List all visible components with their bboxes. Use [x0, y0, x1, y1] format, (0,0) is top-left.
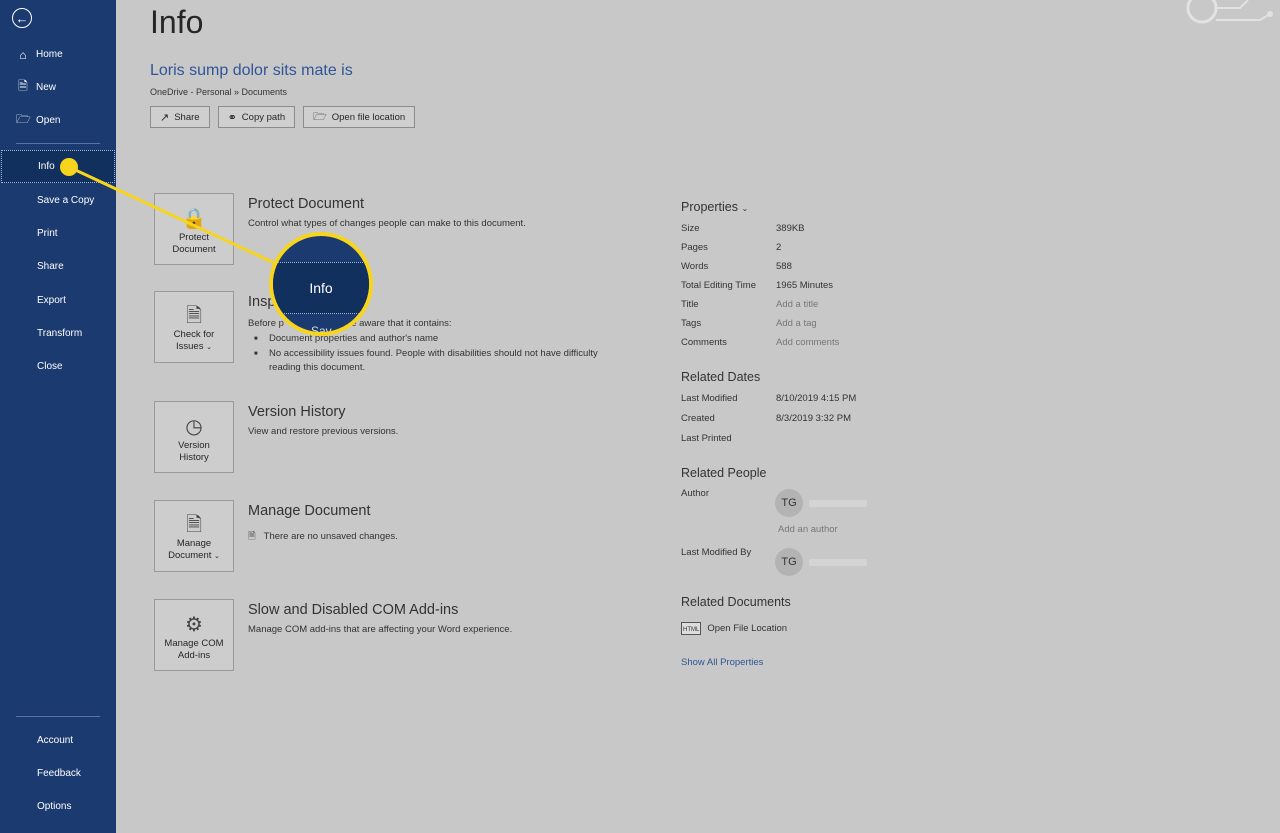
folder-open-icon: 🗁	[16, 112, 31, 126]
magnified-next-label: Sav	[311, 324, 332, 336]
sidebar-divider	[16, 143, 100, 144]
redacted-name	[809, 559, 867, 566]
home-icon: ⌂	[19, 47, 27, 62]
finding-item: No accessibility issues found. People wi…	[248, 347, 628, 376]
chevron-down-icon: ⌄	[214, 553, 220, 560]
check-for-issues-button[interactable]: 🗎 Check for Issues ⌄	[154, 291, 234, 363]
prop-value: 2	[776, 242, 782, 253]
sidebar-divider-bottom	[16, 716, 100, 717]
add-title-field[interactable]: Add a title	[776, 299, 818, 310]
manage-document-icon: 🗎	[185, 514, 203, 536]
open-file-location-link[interactable]: HTML Open File Location	[681, 622, 787, 635]
link-icon: ⚭	[227, 111, 237, 124]
manage-document-heading: Manage Document	[248, 503, 371, 519]
sidebar-item-new[interactable]: 🗎 New	[0, 71, 116, 104]
magnified-info-label: Info	[309, 280, 333, 296]
chevron-down-icon: ⌄	[206, 344, 212, 351]
document-actions: ↗ Share ⚭ Copy path 🗁 Open file location	[150, 106, 416, 128]
related-dates-heading: Related Dates	[681, 370, 761, 384]
com-addins-description: Manage COM add-ins that are affecting yo…	[248, 624, 513, 635]
author-label: Author	[681, 488, 709, 499]
document-icon: 🗎	[248, 531, 256, 542]
inspect-findings: Document properties and author's name No…	[248, 332, 628, 376]
backstage-sidebar: ← ⌂ Home 🗎 New 🗁 Open Info Save a Copy P…	[0, 0, 116, 833]
document-check-icon: 🗎	[185, 305, 203, 327]
share-button[interactable]: ↗ Share	[150, 106, 210, 128]
date-value: 8/3/2019 3:32 PM	[776, 413, 851, 424]
prop-label: Words	[681, 261, 709, 272]
sidebar-item-save-a-copy[interactable]: Save a Copy	[0, 184, 116, 217]
author-avatar[interactable]: TG	[775, 489, 803, 517]
document-title: Loris sump dolor sits mate is	[150, 62, 353, 79]
breadcrumb: OneDrive - Personal » Documents	[150, 87, 288, 97]
sidebar-item-feedback[interactable]: Feedback	[0, 757, 116, 790]
prop-label: Total Editing Time	[681, 280, 756, 291]
manage-document-description: 🗎 There are no unsaved changes.	[248, 531, 398, 542]
sidebar-item-info[interactable]: Info	[1, 150, 115, 183]
addins-gear-icon: ⚙	[185, 614, 203, 636]
folder-icon: 🗁	[313, 110, 327, 123]
version-history-description: View and restore previous versions.	[248, 426, 399, 437]
chevron-down-icon: ⌄	[741, 204, 749, 213]
version-history-heading: Version History	[248, 404, 346, 420]
lock-icon: 🔒	[181, 208, 207, 230]
add-author-link[interactable]: Add an author	[778, 524, 838, 535]
callout-magnifier: Info Sav	[269, 232, 373, 336]
sidebar-item-print[interactable]: Print	[0, 217, 116, 250]
redacted-name	[809, 500, 867, 507]
protect-heading: Protect Document	[248, 196, 365, 212]
finding-item: Document properties and author's name	[248, 332, 628, 347]
copy-path-button[interactable]: ⚭ Copy path	[217, 106, 296, 128]
prop-label: Title	[681, 299, 699, 310]
prop-label: Comments	[681, 337, 727, 348]
prop-label: Size	[681, 223, 700, 234]
date-value: 8/10/2019 4:15 PM	[776, 393, 857, 404]
info-pane: Info Loris sump dolor sits mate is OneDr…	[116, 0, 1280, 833]
date-label: Created	[681, 413, 715, 424]
add-comments-field[interactable]: Add comments	[776, 337, 839, 348]
callout-dot	[60, 158, 78, 176]
prop-value: 588	[776, 261, 792, 272]
related-people-heading: Related People	[681, 466, 767, 480]
sidebar-item-transform[interactable]: Transform	[0, 317, 116, 350]
show-all-properties-link[interactable]: Show All Properties	[681, 657, 763, 668]
protect-description: Control what types of changes people can…	[248, 218, 526, 229]
sidebar-item-export[interactable]: Export	[0, 284, 116, 317]
open-file-location-button[interactable]: 🗁 Open file location	[303, 106, 416, 128]
last-modified-avatar[interactable]: TG	[775, 548, 803, 576]
html-file-icon: HTML	[681, 622, 702, 635]
prop-value: 1965 Minutes	[776, 280, 834, 291]
prop-label: Tags	[681, 318, 702, 329]
sidebar-item-close[interactable]: Close	[0, 350, 116, 383]
add-tag-field[interactable]: Add a tag	[776, 318, 817, 329]
sidebar-item-account[interactable]: Account	[0, 724, 116, 757]
sidebar-item-share[interactable]: Share	[0, 250, 116, 283]
protect-document-button[interactable]: 🔒 Protect Document	[154, 193, 234, 265]
manage-document-button[interactable]: 🗎 Manage Document ⌄	[154, 500, 234, 572]
back-arrow-icon[interactable]: ←	[12, 8, 32, 28]
new-document-icon: 🗎	[18, 79, 28, 93]
sidebar-item-open[interactable]: 🗁 Open	[0, 104, 116, 137]
sidebar-item-home[interactable]: ⌂ Home	[0, 38, 116, 71]
prop-value: 389KB	[776, 223, 805, 234]
date-label: Last Modified	[681, 393, 738, 404]
properties-heading[interactable]: Properties ⌄	[681, 200, 748, 214]
prop-label: Pages	[681, 242, 708, 253]
related-documents-heading: Related Documents	[681, 595, 791, 609]
date-label: Last Printed	[681, 433, 732, 444]
sidebar-item-options[interactable]: Options	[0, 790, 116, 823]
last-modified-by-label: Last Modified By	[681, 547, 752, 558]
history-clock-icon: ◷	[185, 416, 203, 438]
page-title: Info	[150, 4, 204, 40]
corner-logo-icon	[1186, 0, 1273, 24]
com-addins-heading: Slow and Disabled COM Add-ins	[248, 602, 459, 618]
share-icon: ↗	[160, 111, 170, 124]
manage-com-addins-button[interactable]: ⚙ Manage COM Add-ins	[154, 599, 234, 671]
version-history-button[interactable]: ◷ Version History	[154, 401, 234, 473]
